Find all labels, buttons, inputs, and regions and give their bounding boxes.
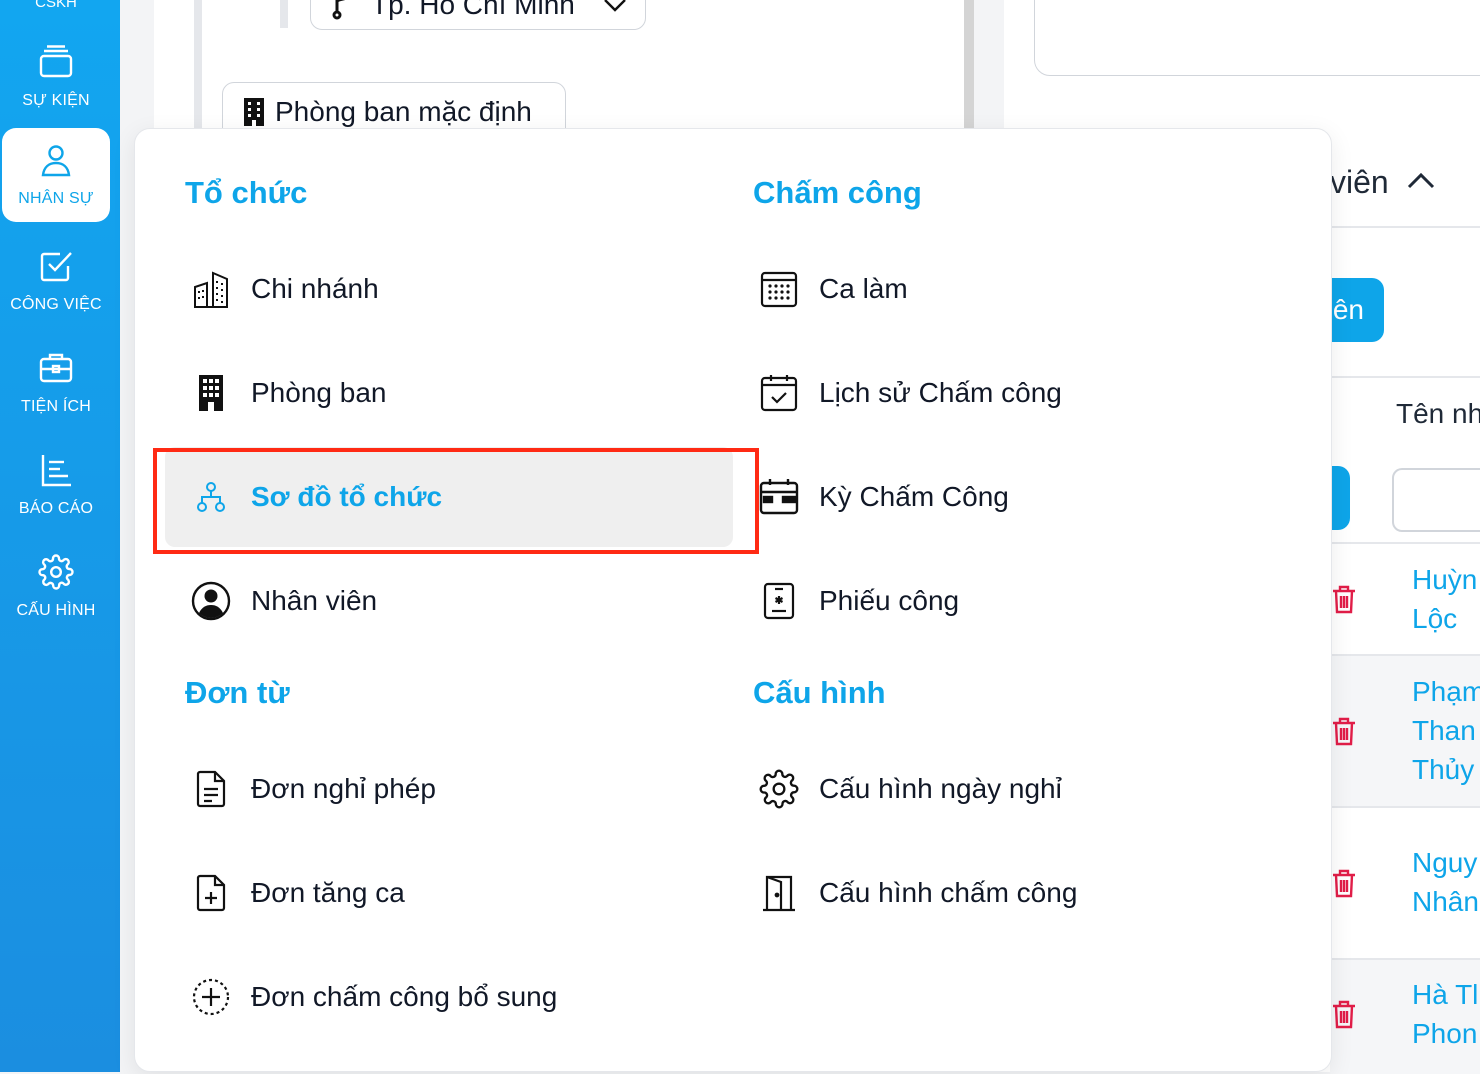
tree-node-label: Phòng ban mặc định — [275, 96, 532, 127]
name-line: Thủy — [1412, 754, 1475, 785]
menu-item-label: Nhân viên — [251, 585, 378, 616]
office-building-icon — [199, 375, 223, 411]
calendar-check-icon — [760, 375, 798, 412]
calendar-card-icon — [759, 479, 799, 515]
trash-icon[interactable] — [1330, 716, 1358, 746]
menu-item-label: Phòng ban — [251, 377, 387, 408]
tree-node-branch[interactable]: Tp. Hồ Chí Minh — [310, 0, 646, 30]
name-filter-input[interactable] — [1392, 468, 1480, 532]
dashed-plus-circle-icon — [192, 978, 230, 1016]
trash-icon[interactable] — [1330, 999, 1358, 1029]
menu-item-cau-hinh-ngay-nghi[interactable]: Cấu hình ngày nghỉ — [759, 739, 1299, 839]
chevron-up-icon[interactable] — [1406, 170, 1436, 190]
sidebar-item-cskh-label[interactable]: CSKH — [0, 0, 112, 11]
menu-item-don-cham-cong-bo-sung[interactable]: Đơn chấm công bổ sung — [191, 947, 731, 1047]
sidebar-item-nhan-su[interactable]: NHÂN SỰ — [2, 128, 110, 222]
section-title-cau-hinh: Cấu hình — [753, 675, 886, 710]
tree-node-label: Tp. Hồ Chí Minh — [371, 0, 575, 20]
name-line: Nguy — [1412, 847, 1478, 878]
menu-item-label: Đơn nghỉ phép — [251, 773, 436, 804]
employee-name-link[interactable]: Hà Tl Phon — [1412, 975, 1478, 1053]
user-icon — [41, 145, 71, 177]
menu-item-phong-ban[interactable]: Phòng ban — [191, 343, 731, 443]
name-line: Huỳn — [1412, 564, 1478, 595]
door-icon — [763, 875, 795, 912]
trash-icon[interactable] — [1330, 584, 1358, 614]
tree-connector — [194, 0, 202, 128]
document-icon — [196, 770, 226, 808]
sidebar-item-cau-hinh[interactable]: CẤU HÌNH — [2, 540, 110, 634]
menu-item-don-nghi-phep[interactable]: Đơn nghỉ phép — [191, 739, 731, 839]
menu-item-ky-cham-cong[interactable]: Kỳ Chấm Công — [759, 447, 1299, 547]
sidebar-item-label: TIỆN ÍCH — [20, 398, 92, 415]
gear-icon — [38, 554, 74, 590]
menu-item-label: Đơn tăng ca — [251, 877, 405, 908]
menu-item-phieu-cong[interactable]: Phiếu công — [759, 551, 1299, 651]
menu-item-label: Cấu hình ngày nghỉ — [819, 773, 1062, 804]
sidebar-item-tien-ich[interactable]: TIỆN ÍCH — [2, 336, 110, 430]
cards-icon — [39, 45, 73, 78]
employee-name-link[interactable]: Huỳn Lộc — [1412, 560, 1477, 638]
report-icon — [41, 455, 71, 487]
menu-item-label: Phiếu công — [819, 585, 960, 616]
name-line: Phạm — [1412, 676, 1480, 707]
buildings-icon — [194, 271, 228, 308]
calendar-grid-icon — [760, 271, 798, 308]
badge-icon — [763, 582, 795, 620]
menu-item-nhan-vien[interactable]: Nhân viên — [191, 551, 731, 651]
briefcase-icon — [39, 353, 73, 383]
menu-item-cau-hinh-cham-cong[interactable]: Cấu hình chấm công — [759, 843, 1299, 943]
column-header-name[interactable]: Tên nh — [1396, 398, 1480, 430]
name-line: Lộc — [1412, 603, 1458, 634]
gear-icon — [759, 769, 799, 809]
chevron-down-icon[interactable] — [603, 0, 627, 12]
employee-name-link[interactable]: Phạm Than Thủy — [1412, 672, 1480, 789]
hr-mega-menu: Tổ chức Chi nhánh Phòng ban Sơ đồ tổ chứ… — [134, 128, 1332, 1072]
menu-item-chi-nhanh[interactable]: Chi nhánh — [191, 239, 731, 339]
sidebar-item-label: NHÂN SỰ — [18, 190, 94, 207]
section-title-don-tu: Đơn từ — [185, 675, 290, 710]
name-line: Than — [1412, 715, 1476, 746]
name-line: Phon — [1412, 1018, 1478, 1049]
tree-connector — [280, 0, 288, 28]
menu-item-label: Kỳ Chấm Công — [819, 481, 1009, 512]
user-circle-icon — [191, 581, 231, 621]
name-line: Nhân — [1412, 886, 1479, 917]
menu-item-don-tang-ca[interactable]: Đơn tăng ca — [191, 843, 731, 943]
document-plus-icon — [196, 874, 226, 912]
menu-item-ca-lam[interactable]: Ca làm — [759, 239, 1299, 339]
sidebar-item-label: SỰ KIỆN — [22, 92, 90, 109]
menu-item-label: Ca làm — [819, 273, 908, 304]
sidebar-item-su-kien[interactable]: SỰ KIỆN — [2, 30, 110, 124]
sidebar-item-label: BÁO CÁO — [18, 500, 94, 517]
menu-item-label: Đơn chấm công bổ sung — [251, 981, 558, 1012]
menu-item-label: Cấu hình chấm công — [819, 877, 1078, 908]
menu-item-label: Chi nhánh — [251, 273, 379, 304]
employee-name-link[interactable]: Nguy Nhân — [1412, 843, 1479, 921]
menu-item-lich-su-cham-cong[interactable]: Lịch sử Chấm công — [759, 343, 1299, 443]
trash-icon[interactable] — [1330, 868, 1358, 898]
sidebar-item-label: CÔNG VIỆC — [10, 296, 102, 313]
sidebar-item-cong-viec[interactable]: CÔNG VIỆC — [2, 234, 110, 328]
branch-icon — [332, 0, 346, 20]
sidebar: CSKH SỰ KIỆN NHÂN SỰ CÔNG VIỆC TIỆN ÍCH … — [0, 0, 120, 1072]
section-title-to-chuc: Tổ chức — [185, 175, 308, 210]
sidebar-item-bao-cao[interactable]: BÁO CÁO — [2, 438, 110, 532]
menu-item-label: Lịch sử Chấm công — [819, 377, 1062, 408]
section-title-cham-cong: Chấm công — [753, 175, 922, 210]
sidebar-item-label: CẤU HÌNH — [16, 602, 96, 619]
office-building-icon — [244, 98, 264, 126]
divider — [1330, 226, 1480, 228]
selection-highlight-box — [153, 448, 759, 554]
checkbox-icon — [40, 252, 72, 282]
name-line: Hà Tl — [1412, 979, 1479, 1010]
section-title: viên — [1330, 164, 1389, 200]
summary-card — [1034, 0, 1480, 76]
